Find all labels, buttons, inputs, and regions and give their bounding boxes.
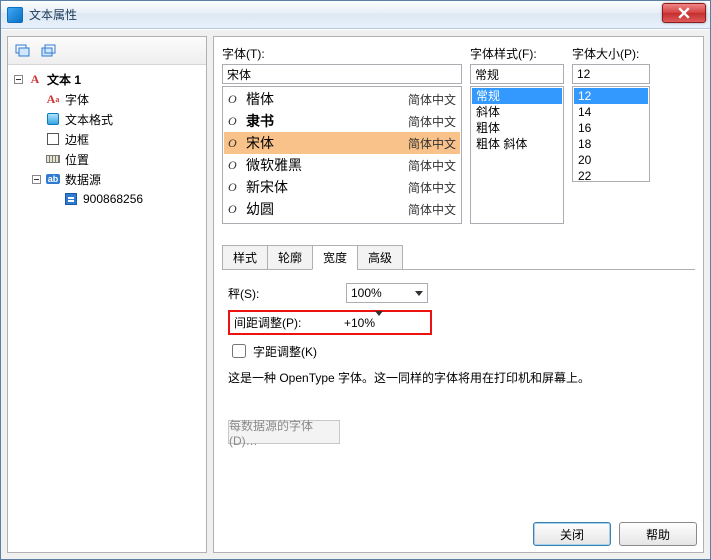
scale-combo[interactable]: 100% [346,283,428,303]
tree-item-datasource-value[interactable]: 900868256 [8,189,206,209]
tree-item-border[interactable]: 边框 [8,129,206,149]
size-option[interactable]: 16 [574,120,648,136]
size-list[interactable]: 121416182022 [572,86,650,182]
window-title: 文本属性 [29,6,77,23]
textformat-icon [45,111,61,127]
style-option[interactable]: 粗体 斜体 [472,136,562,152]
font-label: 字体(T): [222,45,462,62]
chevron-down-icon [375,311,383,330]
sidebar: A 文本 1 Aa 字体 文本格式 [7,36,207,553]
spacing-label: 间距调整(P): [234,314,344,331]
font-icon: Aa [45,91,61,107]
kerning-checkbox[interactable] [232,344,246,358]
style-option[interactable]: 粗体 [472,120,562,136]
titlebar: 文本属性 [1,1,710,29]
size-input[interactable] [572,64,650,84]
tree-item-textformat[interactable]: 文本格式 [8,109,206,129]
font-input[interactable] [222,64,462,84]
expand-all-button[interactable] [12,41,34,61]
tree-item-position[interactable]: 位置 [8,149,206,169]
style-label: 字体样式(F): [470,45,564,62]
text-icon: A [27,71,43,87]
style-option[interactable]: 常规 [472,88,562,104]
tree-root[interactable]: A 文本 1 [8,69,206,89]
size-option[interactable]: 14 [574,104,648,120]
help-button[interactable]: 帮助 [619,522,697,546]
font-option[interactable]: O宋体简体中文 [224,132,460,154]
datasource-icon: ab [45,171,61,187]
tabstrip: 样式轮廓宽度高级 [222,244,695,270]
close-button[interactable]: 关闭 [533,522,611,546]
size-label: 字体大小(P): [572,45,650,62]
font-option[interactable]: O新宋体简体中文 [224,176,460,198]
spacing-highlight: 间距调整(P): +10% [228,310,432,335]
font-option[interactable]: O隶书简体中文 [224,110,460,132]
collapse-icon[interactable] [14,75,23,84]
tree-item-datasource[interactable]: ab 数据源 [8,169,206,189]
main-panel: 字体(T): O楷体简体中文O隶书简体中文O宋体简体中文O微软雅黑简体中文O新宋… [213,36,704,553]
size-option[interactable]: 20 [574,152,648,168]
style-input[interactable] [470,64,564,84]
window: 文本属性 A 文本 1 [0,0,711,560]
tab-2[interactable]: 宽度 [312,245,358,270]
font-option[interactable]: O幼圆简体中文 [224,198,460,220]
tree-item-font[interactable]: Aa 字体 [8,89,206,109]
spacing-combo[interactable]: +10% [344,316,426,330]
property-tree[interactable]: A 文本 1 Aa 字体 文本格式 [8,65,206,552]
tab-0[interactable]: 样式 [222,245,268,270]
close-icon [678,7,690,19]
chevron-down-icon [415,291,423,296]
font-option[interactable]: O楷体简体中文 [224,88,460,110]
size-option[interactable]: 22 [574,168,648,182]
tab-1[interactable]: 轮廓 [267,245,313,270]
sidebar-toolbar [8,37,206,65]
position-icon [45,151,61,167]
font-list[interactable]: O楷体简体中文O隶书简体中文O宋体简体中文O微软雅黑简体中文O新宋体简体中文O幼… [222,86,462,224]
font-option[interactable]: O微软雅黑简体中文 [224,154,460,176]
tab-3[interactable]: 高级 [357,245,403,270]
style-list[interactable]: 常规斜体粗体粗体 斜体 [470,86,564,224]
border-icon [45,131,61,147]
barcode-icon [63,191,79,207]
collapse-all-button[interactable] [38,41,60,61]
size-option[interactable]: 18 [574,136,648,152]
app-icon [7,7,23,23]
opentype-info: 这是一种 OpenType 字体。这一同样的字体将用在打印机和屏幕上。 [228,369,689,386]
tab-content-width: 秤(S): 100% 间距调整(P): +10% [222,270,695,450]
per-datasource-font-button: 每数据源的字体(D)… [228,420,340,444]
scale-label: 秤(S): [228,285,346,302]
collapse-icon[interactable] [32,175,41,184]
style-option[interactable]: 斜体 [472,104,562,120]
size-option[interactable]: 12 [574,88,648,104]
close-window-button[interactable] [662,3,706,23]
kerning-label: 字距调整(K) [253,343,317,360]
